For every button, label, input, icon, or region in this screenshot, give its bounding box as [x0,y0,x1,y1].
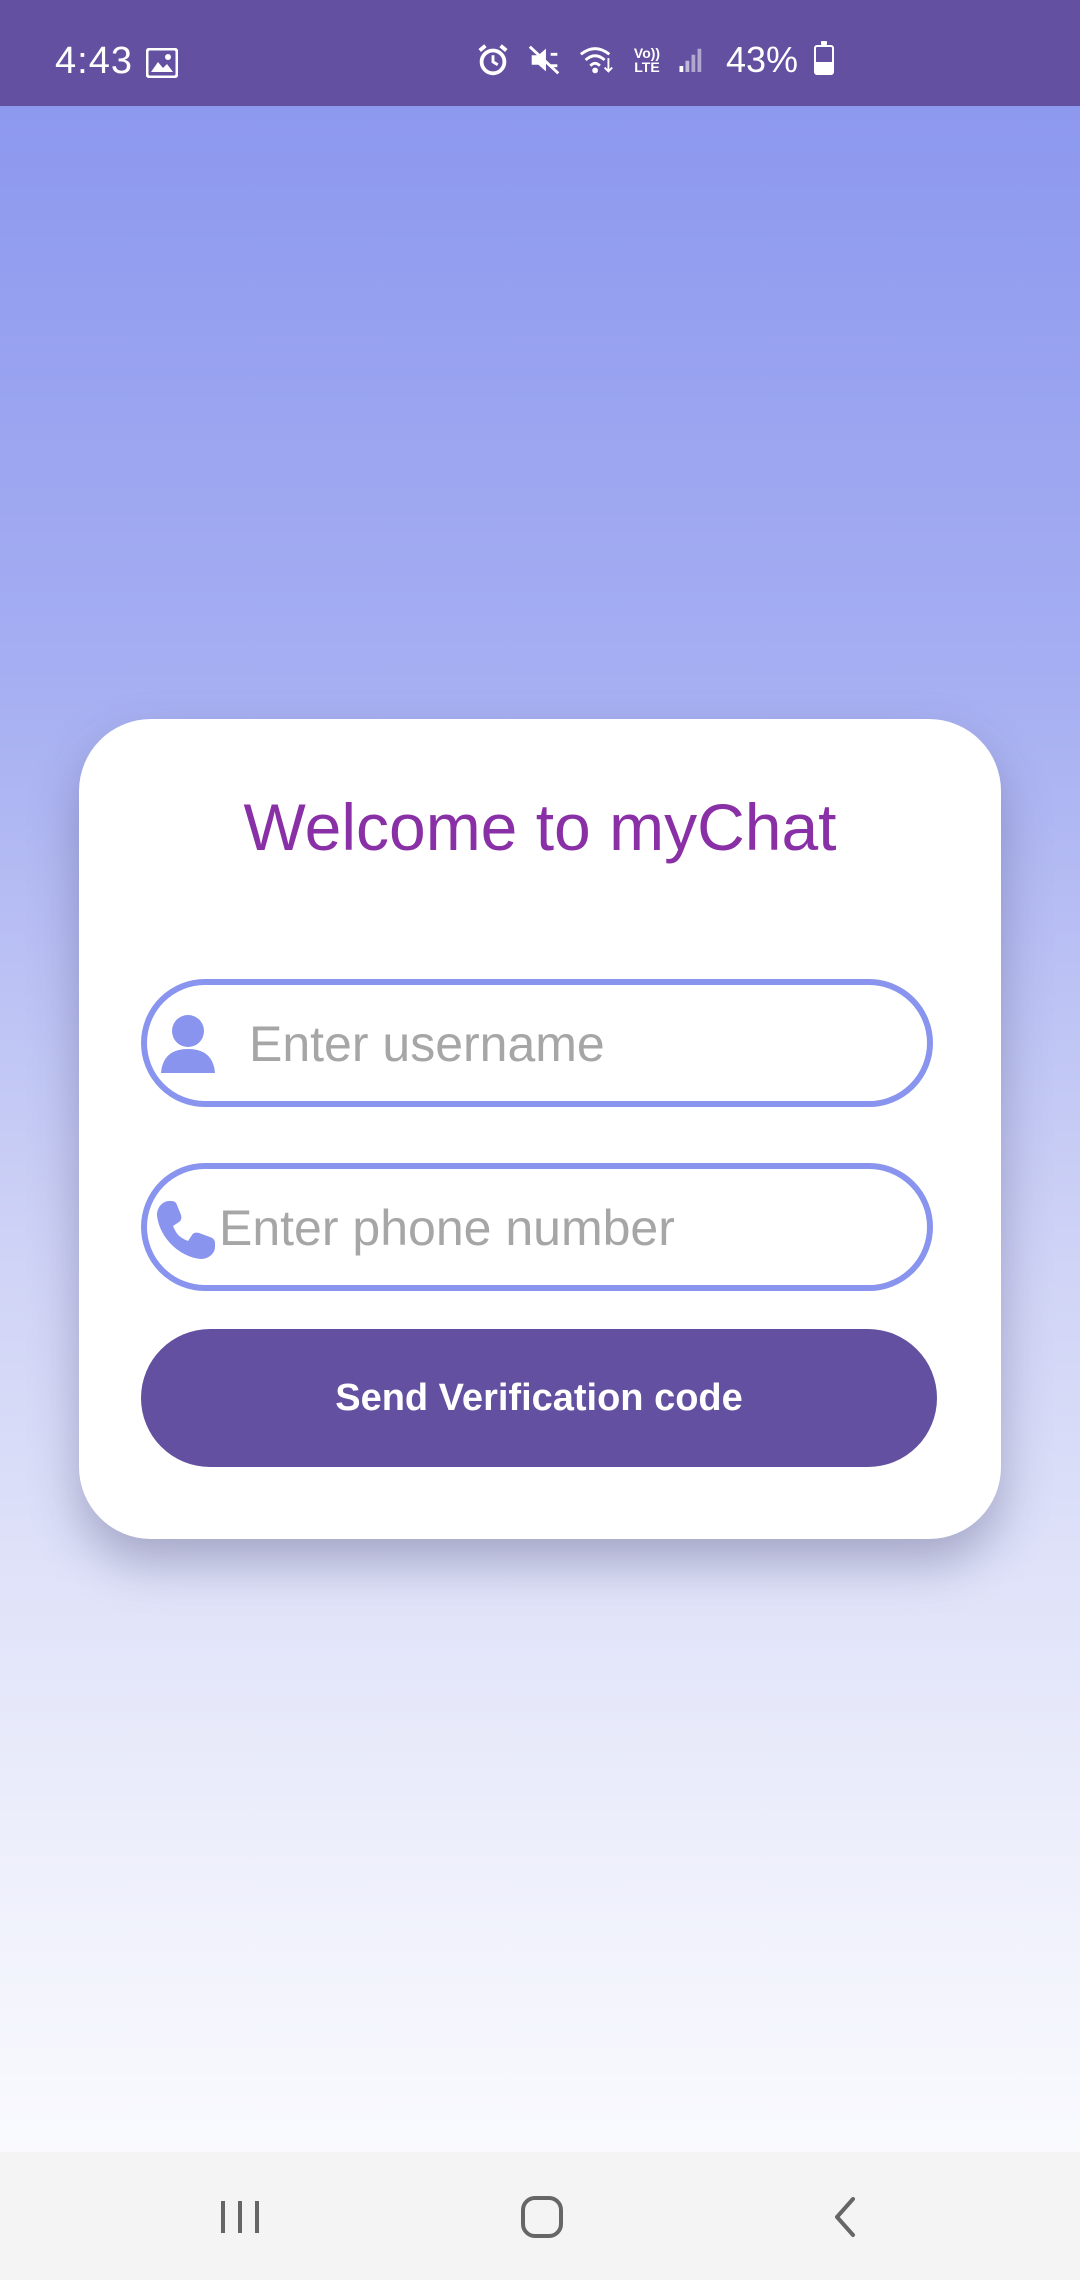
volte-top: Vo)) [633,45,661,61]
volte-icon: Vo)) LTE [630,46,664,74]
phone-icon [157,1201,215,1259]
status-bar: 4:43 Vo)) LTE 43% [0,0,1080,106]
navigation-bar [0,2152,1080,2280]
status-time: 4:43 [55,40,133,82]
home-icon [521,2196,563,2238]
alarm-icon [478,44,508,76]
back-button[interactable] [805,2182,885,2252]
send-verification-button[interactable]: Send Verification code [141,1329,937,1467]
wifi-calling-icon [579,47,613,74]
username-input[interactable] [247,985,911,1103]
gallery-icon [146,48,178,78]
mute-icon [528,45,560,75]
welcome-title: Welcome to myChat [243,790,837,864]
volte-bottom: LTE [634,59,660,75]
battery-percent: 43% [726,39,799,80]
phone-input[interactable] [217,1169,911,1287]
battery-level [816,61,833,73]
recent-apps-button[interactable] [200,2182,280,2252]
back-icon [835,2197,855,2237]
battery-icon [814,41,835,75]
login-card: Welcome to myChat Send Verification code [79,719,1001,1539]
home-button[interactable] [502,2182,582,2252]
phone-field[interactable] [141,1163,933,1291]
signal-icon [679,48,702,72]
username-field[interactable] [141,979,933,1107]
user-icon [161,1015,215,1073]
status-icons: Vo)) LTE 43% [474,39,835,80]
recent-apps-icon [221,2201,259,2233]
